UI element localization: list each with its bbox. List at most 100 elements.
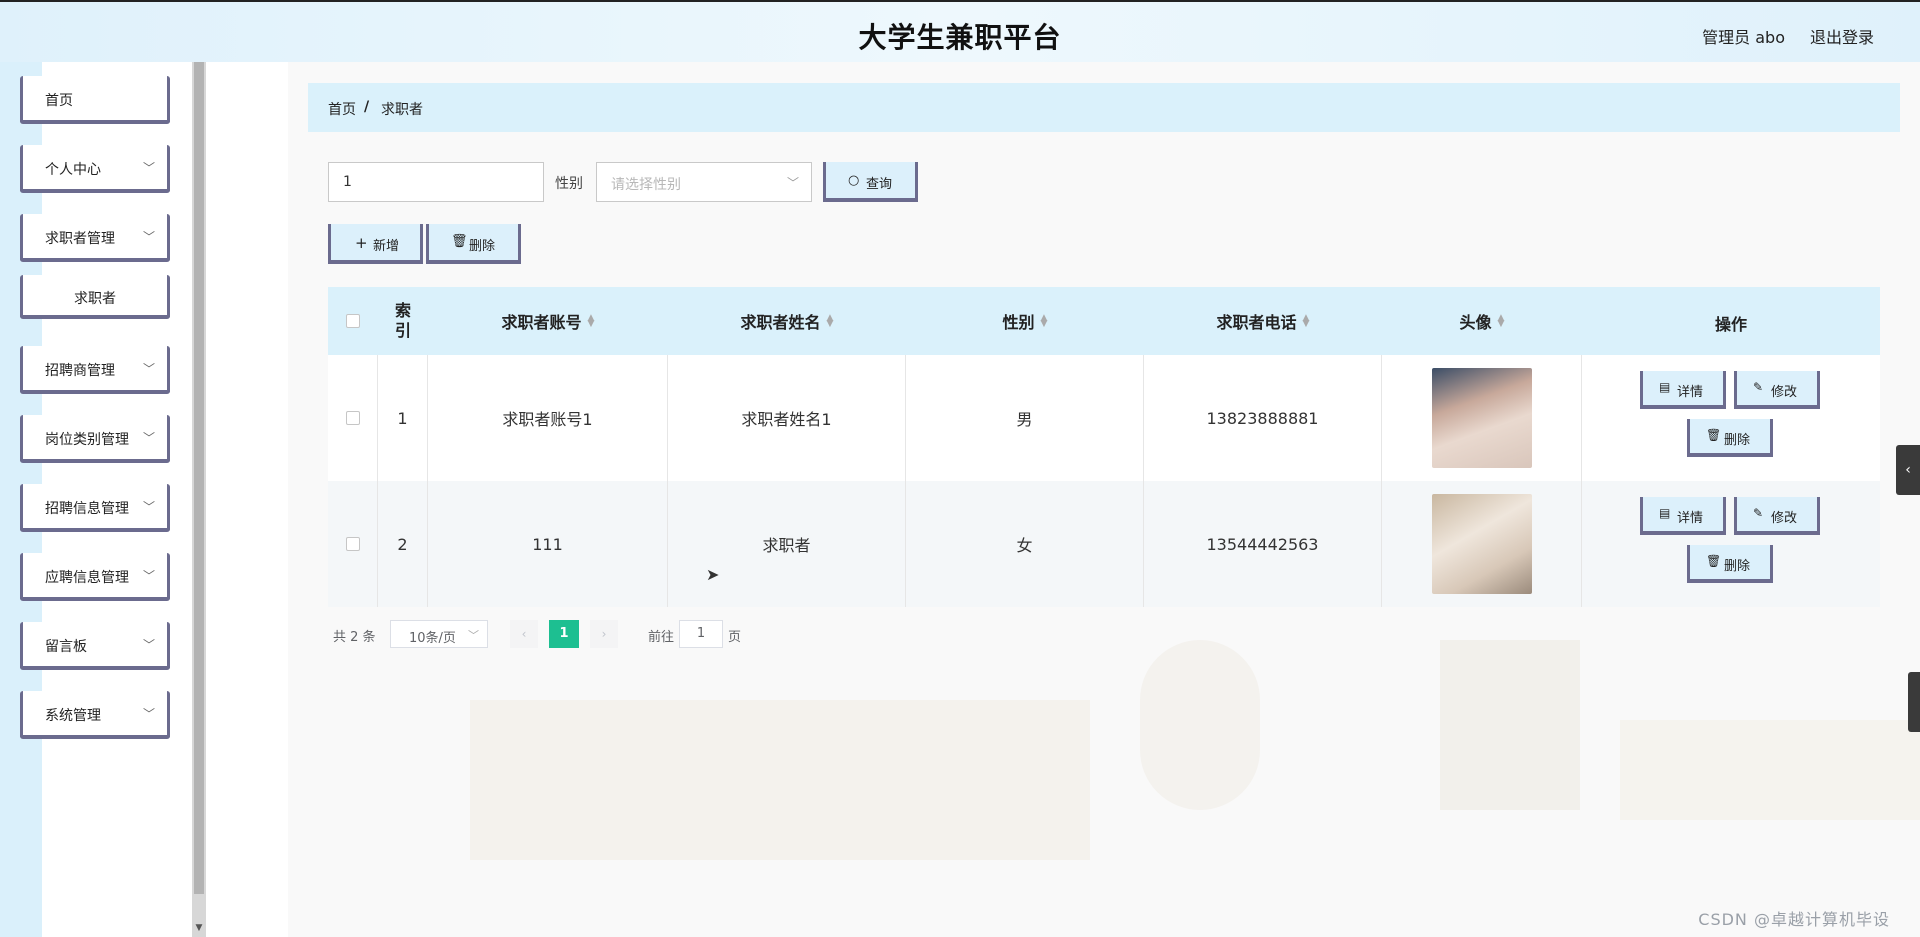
- background-decoration: [1440, 640, 1580, 810]
- mouse-cursor-icon: ➤: [706, 565, 720, 584]
- pagination-total: 共 2 条: [333, 630, 376, 645]
- sidebar-item-label: 留言板: [45, 639, 87, 655]
- sidebar-item-recruiter-management[interactable]: 招聘商管理 ﹀: [20, 346, 170, 394]
- side-panel-toggle[interactable]: ‹: [1896, 445, 1920, 495]
- sidebar-item-application-info-management[interactable]: 应聘信息管理 ﹀: [20, 553, 170, 601]
- chevron-down-icon: ﹀: [786, 176, 799, 190]
- breadcrumb-current: 求职者: [381, 102, 423, 118]
- sidebar-item-system-management[interactable]: 系统管理 ﹀: [20, 691, 170, 739]
- chevron-right-icon: ›: [601, 627, 607, 641]
- name-cell: 求职者: [668, 481, 906, 607]
- chevron-down-icon: ﹀: [142, 362, 155, 376]
- column-header-gender[interactable]: 性别 ▲ ▼: [906, 287, 1144, 355]
- chevron-down-icon: ﹀: [142, 638, 155, 652]
- breadcrumb: 首页 / 求职者: [308, 83, 1900, 132]
- scroll-down-arrow-icon[interactable]: ▼: [194, 923, 204, 933]
- sidebar-item-label: 应聘信息管理: [45, 570, 129, 586]
- column-header-label: 索引: [394, 301, 411, 340]
- column-header-name[interactable]: 求职者姓名 ▲ ▼: [668, 287, 906, 355]
- account-search-input[interactable]: [328, 162, 544, 202]
- sort-icon[interactable]: ▲ ▼: [588, 314, 595, 329]
- background-decoration: [470, 700, 1090, 860]
- table-row: 2 111 求职者 女 13544442563 ▤ 详情 ✎ 修改 🗑 删除: [328, 481, 1880, 607]
- phone-cell: 13823888881: [1144, 355, 1382, 481]
- prev-page-button[interactable]: ‹: [510, 620, 538, 648]
- page-number-button[interactable]: 1: [549, 620, 579, 648]
- search-icon: ○: [848, 173, 860, 188]
- watermark-text: CSDN @卓越计算机毕设: [1698, 910, 1890, 929]
- breadcrumb-home[interactable]: 首页: [328, 99, 356, 119]
- column-header-index: 索引: [378, 287, 428, 355]
- sidebar-item-jobseeker-management[interactable]: 求职者管理 ﹀: [20, 214, 170, 262]
- sort-icon[interactable]: ▲ ▼: [827, 314, 834, 329]
- top-header: 大学生兼职平台 管理员 abo 退出登录: [0, 0, 1920, 62]
- gender-cell: 女: [906, 481, 1144, 607]
- avatar-cell: [1382, 481, 1582, 607]
- avatar[interactable]: [1431, 368, 1532, 468]
- background-decoration: [1620, 720, 1920, 820]
- sidebar-item-recruitment-info-management[interactable]: 招聘信息管理 ﹀: [20, 484, 170, 532]
- sidebar-item-home[interactable]: 首页: [20, 76, 170, 124]
- select-all-checkbox[interactable]: [346, 314, 360, 328]
- delete-row-button[interactable]: 🗑 删除: [1687, 545, 1773, 583]
- delete-row-button[interactable]: 🗑 删除: [1687, 419, 1773, 457]
- breadcrumb-separator: /: [364, 99, 370, 115]
- sort-icon[interactable]: ▲ ▼: [1041, 314, 1048, 329]
- sort-icon[interactable]: ▲ ▼: [1498, 314, 1505, 329]
- select-all-cell: [328, 287, 378, 355]
- edit-button[interactable]: ✎ 修改: [1734, 497, 1820, 535]
- sidebar-item-job-category-management[interactable]: 岗位类别管理 ﹀: [20, 415, 170, 463]
- detail-button[interactable]: ▤ 详情: [1640, 371, 1726, 409]
- row-select-cell: [328, 355, 378, 481]
- chevron-up-icon: ﹀: [142, 230, 155, 244]
- name-cell: 求职者姓名1: [668, 355, 906, 481]
- gender-select[interactable]: 请选择性别 ﹀: [596, 162, 812, 202]
- chevron-down-icon: ﹀: [142, 707, 155, 721]
- detail-button-label: 详情: [1677, 511, 1704, 526]
- edit-button[interactable]: ✎ 修改: [1734, 371, 1820, 409]
- delete-button-label: 删除: [469, 239, 496, 254]
- chevron-left-icon: ‹: [521, 627, 527, 641]
- side-panel-handle[interactable]: [1908, 672, 1920, 732]
- sidebar-item-label: 个人中心: [45, 162, 101, 178]
- admin-user-label: 管理员 abo: [1702, 28, 1785, 47]
- avatar-cell: [1382, 355, 1582, 481]
- sidebar-item-message-board[interactable]: 留言板 ﹀: [20, 622, 170, 670]
- delete-row-button-label: 删除: [1724, 559, 1751, 574]
- chevron-down-icon: ﹀: [142, 161, 155, 175]
- row-checkbox[interactable]: [345, 411, 360, 425]
- goto-label: 前往: [648, 630, 675, 645]
- index-cell: 2: [378, 481, 428, 607]
- sidebar-subitem-jobseeker[interactable]: 求职者: [20, 275, 170, 319]
- batch-delete-button[interactable]: 🗑 删除: [426, 224, 521, 264]
- column-header-avatar[interactable]: 头像 ▲ ▼: [1382, 287, 1582, 355]
- add-button[interactable]: + 新增: [328, 224, 423, 264]
- query-button[interactable]: ○ 查询: [823, 162, 918, 202]
- app-title: 大学生兼职平台: [858, 21, 1062, 54]
- sort-icon[interactable]: ▲ ▼: [1303, 314, 1310, 329]
- column-header-label: 求职者姓名: [740, 313, 821, 332]
- page-size-select[interactable]: 10条/页 ﹀: [390, 620, 488, 648]
- sidebar-item-label: 招聘商管理: [45, 363, 115, 379]
- delete-row-button-label: 删除: [1724, 433, 1751, 448]
- document-icon: ▤: [1659, 506, 1671, 520]
- sidebar-item-label: 求职者: [74, 291, 116, 307]
- sidebar-item-personal-center[interactable]: 个人中心 ﹀: [20, 145, 170, 193]
- next-page-button[interactable]: ›: [590, 620, 618, 648]
- chevron-left-icon: ‹: [1905, 462, 1911, 478]
- column-header-phone[interactable]: 求职者电话 ▲ ▼: [1144, 287, 1382, 355]
- operations-cell: ▤ 详情 ✎ 修改 🗑 删除: [1582, 481, 1880, 607]
- scrollbar-thumb[interactable]: [194, 62, 204, 894]
- avatar[interactable]: [1431, 494, 1532, 594]
- goto-page-input[interactable]: 1: [679, 620, 723, 648]
- detail-button[interactable]: ▤ 详情: [1640, 497, 1726, 535]
- row-checkbox[interactable]: [345, 537, 360, 551]
- sidebar-scrollbar[interactable]: ▼: [192, 62, 206, 937]
- gender-filter-label: 性别: [555, 176, 583, 192]
- logout-link[interactable]: 退出登录: [1810, 24, 1874, 48]
- account-cell: 111: [428, 481, 668, 607]
- add-button-label: 新增: [373, 239, 400, 254]
- column-header-account[interactable]: 求职者账号 ▲ ▼: [428, 287, 668, 355]
- jobseeker-table: 索引 求职者账号 ▲ ▼ 求职者姓名 ▲ ▼ 性别 ▲ ▼ 求职者电话 ▲ ▼ 头像 ▲ ▼ 操作 …: [328, 287, 1880, 607]
- column-header-label: 头像: [1459, 313, 1492, 332]
